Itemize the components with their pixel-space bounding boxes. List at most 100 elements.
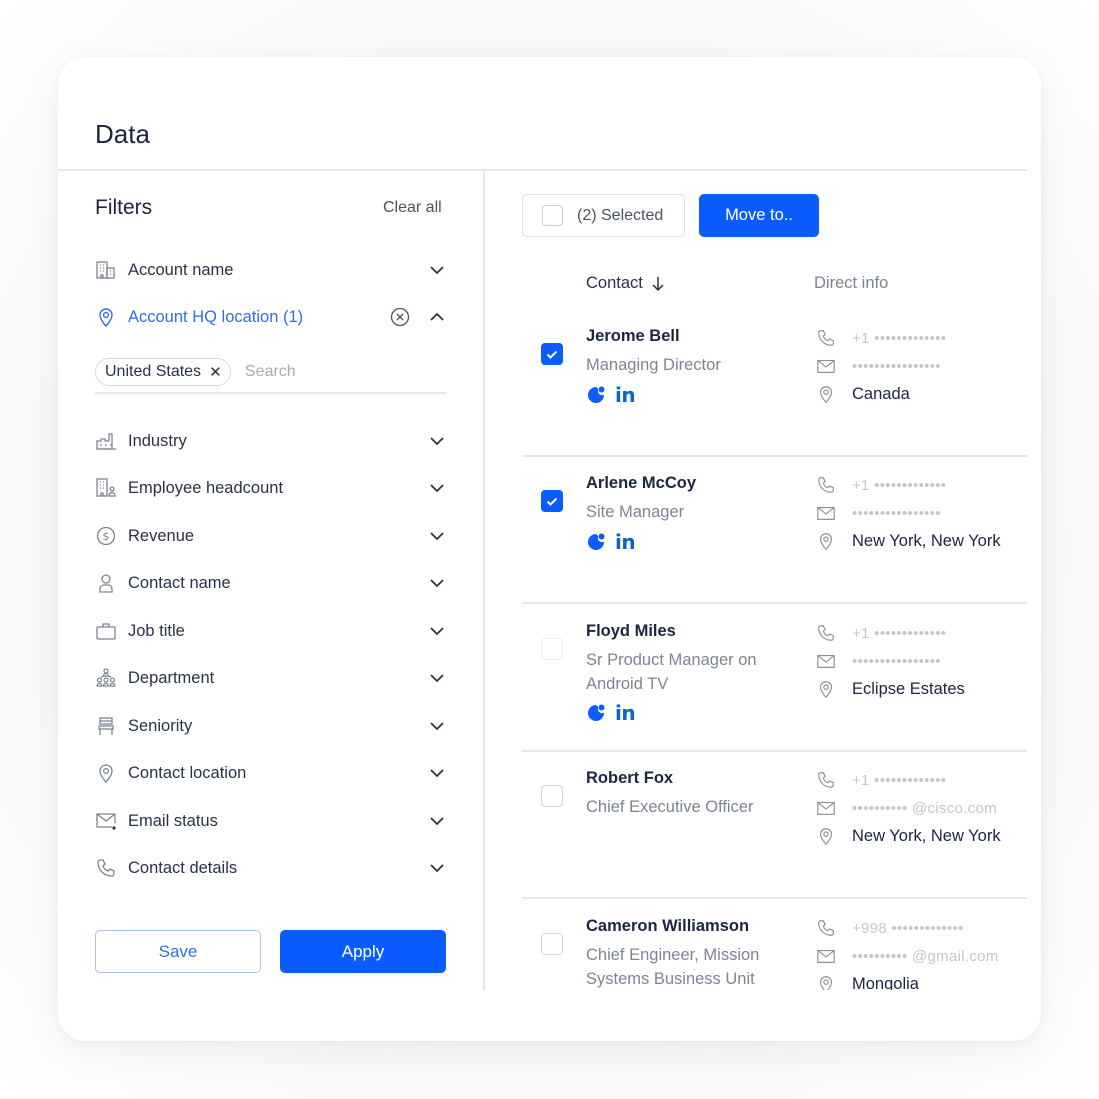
- email-icon: [816, 503, 836, 523]
- filter-contact-location[interactable]: Contact location: [95, 758, 445, 788]
- hq-location-input: United States ✕: [95, 356, 446, 394]
- filter-label: Contact details: [128, 858, 238, 877]
- row-checkbox[interactable]: [541, 343, 563, 365]
- email-icon: [816, 356, 836, 376]
- chevron-down-icon[interactable]: [429, 480, 445, 496]
- row-checkbox[interactable]: [541, 490, 563, 512]
- filter-account-hq-location[interactable]: Account HQ location (1): [95, 302, 445, 332]
- page-title: Data: [95, 119, 150, 149]
- filter-label: Employee headcount: [128, 478, 284, 497]
- location-line: Mongolia: [816, 972, 919, 990]
- move-to-button[interactable]: Move to..: [699, 194, 819, 237]
- location-pin-icon: [95, 306, 117, 328]
- chevron-down-icon[interactable]: [429, 670, 445, 686]
- select-all-control[interactable]: (2) Selected: [522, 194, 685, 237]
- chevron-down-icon[interactable]: [429, 813, 445, 829]
- linkedin-icon[interactable]: in: [615, 530, 636, 554]
- filters-title: Filters: [95, 196, 153, 219]
- contact-title: Chief Executive Officer: [586, 798, 754, 816]
- app-profile-icon[interactable]: [586, 703, 606, 723]
- filter-contact-name[interactable]: Contact name: [95, 568, 445, 598]
- contact-socials: in: [586, 530, 636, 554]
- filter-department[interactable]: Department: [95, 663, 445, 693]
- contact-name[interactable]: Cameron Williamson: [586, 917, 749, 936]
- column-header-contact[interactable]: Contact: [586, 274, 665, 293]
- row-checkbox[interactable]: [541, 933, 563, 955]
- chevron-down-icon[interactable]: [429, 575, 445, 591]
- filter-contact-details[interactable]: Contact details: [95, 853, 445, 883]
- chip-label: United States: [105, 363, 202, 380]
- column-header-direct-info: Direct info: [814, 274, 889, 292]
- email-status-icon: [95, 810, 117, 832]
- row-divider: [522, 455, 1027, 457]
- contact-name[interactable]: Robert Fox: [586, 769, 673, 788]
- contact-name[interactable]: Jerome Bell: [586, 327, 680, 346]
- phone-value: +1 •••••••••••••: [852, 329, 947, 347]
- contact-row: Jerome Bell Managing Director in +1 ••••…: [522, 322, 1027, 462]
- filter-label: Contact name: [128, 573, 231, 592]
- save-button[interactable]: Save: [95, 930, 261, 973]
- chevron-up-icon[interactable]: [429, 309, 445, 325]
- data-panel: Data Filters Clear all Account name Acco…: [58, 57, 1041, 1041]
- linkedin-icon[interactable]: in: [615, 701, 636, 725]
- remove-chip-icon[interactable]: ✕: [209, 363, 222, 381]
- briefcase-icon: [95, 620, 117, 642]
- contact-title: Managing Director: [586, 356, 721, 374]
- building-people-icon: [95, 477, 117, 499]
- sort-descending-icon[interactable]: [651, 276, 665, 292]
- location-value: Canada: [852, 384, 910, 403]
- location-value: Eclipse Estates: [852, 679, 965, 698]
- linkedin-icon[interactable]: in: [615, 383, 636, 407]
- org-chart-icon: [95, 667, 117, 689]
- location-pin-icon: [816, 826, 836, 846]
- apply-button[interactable]: Apply: [280, 930, 446, 973]
- chevron-down-icon[interactable]: [429, 433, 445, 449]
- phone-line: +998 •••••••••••••: [816, 916, 964, 940]
- filter-account-name[interactable]: Account name: [95, 255, 445, 285]
- filter-employee-headcount[interactable]: Employee headcount: [95, 473, 445, 503]
- location-pin-icon: [816, 974, 836, 990]
- row-checkbox[interactable]: [541, 785, 563, 807]
- chevron-down-icon[interactable]: [429, 718, 445, 734]
- contact-name[interactable]: Arlene McCoy: [586, 474, 696, 493]
- filter-seniority[interactable]: Seniority: [95, 711, 445, 741]
- filter-job-title[interactable]: Job title: [95, 616, 445, 646]
- location-pin-icon: [816, 531, 836, 551]
- app-profile-icon[interactable]: [586, 385, 606, 405]
- location-search-input[interactable]: [245, 359, 435, 385]
- phone-icon: [816, 623, 836, 643]
- header-divider: [58, 169, 1027, 171]
- contact-row: Robert Fox Chief Executive Officer +1 ••…: [522, 764, 1027, 904]
- email-value: ••••••••••••••••: [852, 504, 941, 522]
- contact-socials: in: [586, 383, 636, 407]
- chevron-down-icon[interactable]: [429, 765, 445, 781]
- phone-icon: [816, 918, 836, 938]
- row-divider: [522, 602, 1027, 604]
- filter-label: Account name: [128, 260, 234, 279]
- filter-email-status[interactable]: Email status: [95, 806, 445, 836]
- chevron-down-icon[interactable]: [429, 623, 445, 639]
- phone-value: +1 •••••••••••••: [852, 771, 947, 789]
- email-value: •••••••••• @gmail.com: [852, 947, 999, 965]
- phone-line: +1 •••••••••••••: [816, 621, 946, 645]
- location-value: New York, New York: [852, 531, 1001, 550]
- phone-line: +1 •••••••••••••: [816, 768, 946, 792]
- clear-all-button[interactable]: Clear all: [383, 199, 442, 217]
- contact-name[interactable]: Floyd Miles: [586, 622, 676, 641]
- location-line: New York, New York: [816, 529, 1001, 553]
- contact-row: Arlene McCoy Site Manager in +1 ••••••••…: [522, 469, 1027, 609]
- row-checkbox[interactable]: [541, 638, 563, 660]
- contact-row: Floyd Miles Sr Product Manager on Androi…: [522, 617, 1027, 757]
- filter-industry[interactable]: Industry: [95, 426, 445, 456]
- filter-revenue[interactable]: $ Revenue: [95, 521, 445, 551]
- chevron-down-icon[interactable]: [429, 860, 445, 876]
- chevron-down-icon[interactable]: [429, 262, 445, 278]
- select-all-checkbox[interactable]: [542, 205, 563, 226]
- phone-value: +998 •••••••••••••: [852, 919, 964, 937]
- app-profile-icon[interactable]: [586, 532, 606, 552]
- phone-line: +1 •••••••••••••: [816, 326, 946, 350]
- email-line: ••••••••••••••••: [816, 501, 941, 525]
- chevron-down-icon[interactable]: [429, 528, 445, 544]
- email-value: ••••••••••••••••: [852, 652, 941, 670]
- clear-filter-icon[interactable]: [389, 306, 411, 328]
